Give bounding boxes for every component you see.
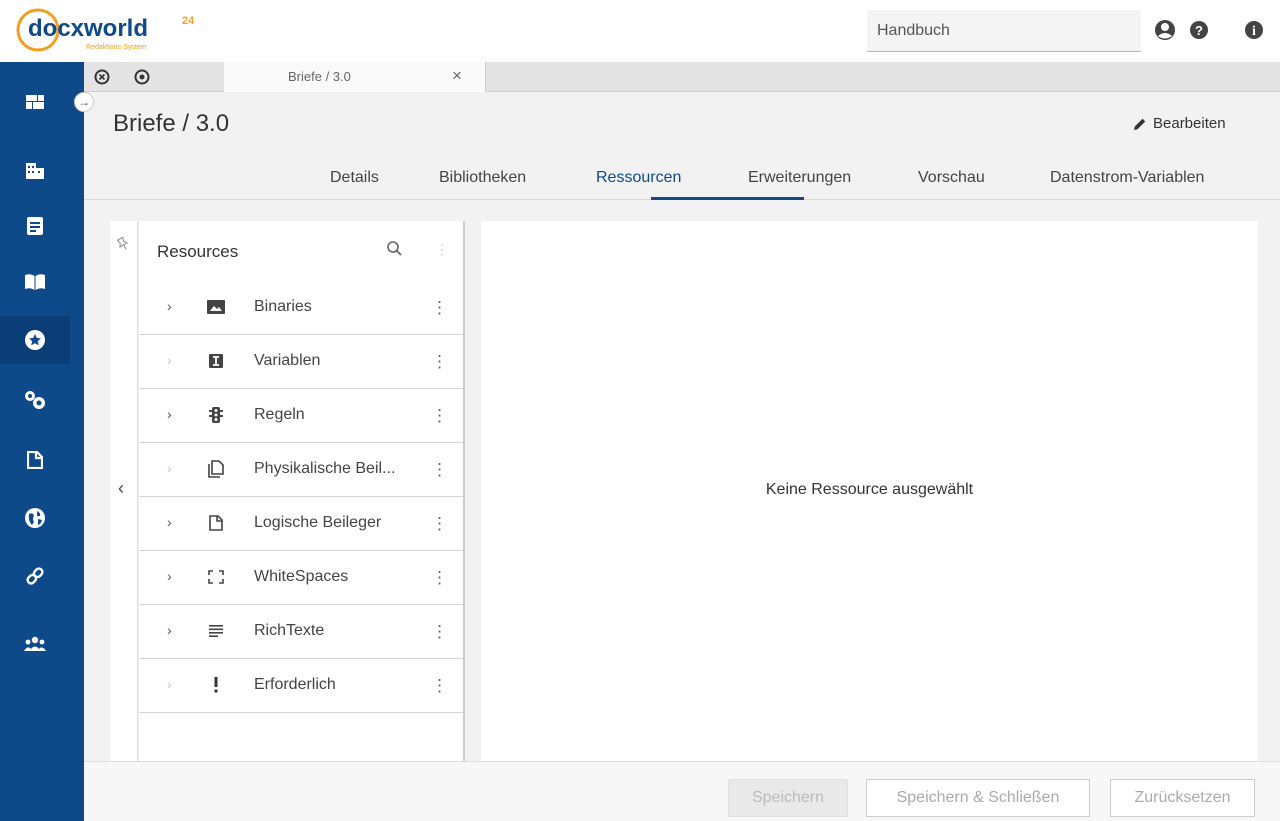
row-label: Binaries	[254, 298, 312, 315]
book-icon[interactable]	[0, 258, 70, 306]
row-menu-icon[interactable]: ⋮	[431, 676, 448, 696]
row-label: WhiteSpaces	[254, 568, 349, 585]
row-label: RichTexte	[254, 622, 325, 639]
tree-row-binaries[interactable]: › Binaries ⋮	[139, 281, 463, 335]
gears-icon[interactable]	[0, 376, 70, 424]
left-navigation: →	[0, 62, 94, 821]
row-menu-icon[interactable]: ⋮	[431, 406, 448, 426]
docxworld-logo[interactable]: docxworld 24 Redaktions-System	[14, 4, 204, 58]
edit-label: Bearbeiten	[1153, 115, 1226, 132]
active-tab-indicator	[651, 197, 804, 200]
row-menu-icon[interactable]: ⋮	[431, 568, 448, 588]
resource-detail-panel: Keine Ressource ausgewählt	[481, 221, 1258, 761]
svg-text:?: ?	[1195, 23, 1203, 38]
globe-icon[interactable]	[0, 494, 70, 542]
svg-text:Redaktions-System: Redaktions-System	[86, 44, 147, 51]
search-input[interactable]: Handbuch	[867, 10, 1141, 52]
help-icon[interactable]: ?	[1187, 18, 1211, 42]
link-icon[interactable]	[0, 552, 70, 600]
row-label: Logische Beileger	[254, 514, 382, 531]
collapse-panel-icon[interactable]: ‹	[118, 478, 124, 499]
page-title: Briefe / 3.0	[113, 110, 230, 137]
pencil-icon	[1134, 118, 1146, 130]
svg-text:i: i	[1252, 24, 1256, 39]
row-label: Erforderlich	[254, 676, 336, 693]
row-menu-icon[interactable]: ⋮	[431, 352, 448, 372]
tree-row-whitespaces[interactable]: › WhiteSpaces ⋮	[139, 551, 463, 605]
row-label: Variablen	[254, 352, 321, 369]
resources-title: Resources	[157, 242, 239, 261]
users-icon[interactable]	[0, 620, 70, 668]
text-lines-icon	[207, 622, 225, 640]
tab-vorschau[interactable]: Vorschau	[918, 169, 985, 187]
save-and-close-button[interactable]: Speichern & Schließen	[866, 779, 1090, 817]
chevron-right-icon: ›	[167, 676, 172, 692]
chevron-right-icon[interactable]: ›	[167, 622, 172, 638]
document-tab-label: Briefe / 3.0	[288, 69, 351, 84]
traffic-light-icon	[207, 406, 225, 424]
more-menu-icon[interactable]: ⋮	[435, 241, 449, 258]
resources-tree-panel: Resources ⋮ › Binaries ⋮ › Variablen ⋮ ›…	[139, 221, 465, 761]
tab-ressourcen[interactable]: Ressourcen	[596, 169, 681, 187]
row-menu-icon[interactable]: ⋮	[431, 622, 448, 642]
tree-row-richtexte[interactable]: › RichTexte ⋮	[139, 605, 463, 659]
chevron-right-icon[interactable]: ›	[167, 406, 172, 422]
exclamation-icon	[207, 676, 225, 694]
chevron-right-icon[interactable]: ›	[167, 514, 172, 530]
panel-collapse-strip: ‹	[110, 221, 138, 761]
chevron-right-icon: ›	[167, 352, 172, 368]
tree-row-physikalische-beileger[interactable]: › Physikalische Beil... ⋮	[139, 443, 463, 497]
row-menu-icon[interactable]: ⋮	[431, 298, 448, 318]
row-label: Regeln	[254, 406, 305, 423]
tab-details[interactable]: Details	[330, 169, 379, 187]
reset-button[interactable]: Zurücksetzen	[1110, 779, 1255, 817]
chevron-right-icon[interactable]: ›	[167, 568, 172, 584]
pin-icon[interactable]	[117, 237, 129, 251]
user-circle-icon[interactable]	[1153, 18, 1177, 42]
tree-row-regeln[interactable]: › Regeln ⋮	[139, 389, 463, 443]
tree-row-erforderlich[interactable]: › Erforderlich ⋮	[139, 659, 463, 713]
row-menu-icon[interactable]: ⋮	[431, 460, 448, 480]
tree-row-variablen[interactable]: › Variablen ⋮	[139, 335, 463, 389]
variable-icon	[207, 352, 225, 370]
top-header: docxworld 24 Redaktions-System Handbuch …	[0, 0, 1280, 62]
section-tabs: Details Bibliotheken Ressourcen Erweiter…	[84, 158, 1280, 200]
tab-erweiterungen[interactable]: Erweiterungen	[748, 169, 851, 187]
svg-text:24: 24	[182, 15, 195, 27]
page-icon	[207, 514, 225, 532]
save-button[interactable]: Speichern	[728, 779, 848, 817]
action-footer: Speichern Speichern & Schließen Zurückse…	[84, 761, 1280, 821]
dashboard-icon[interactable]	[0, 78, 70, 126]
circle-star-icon[interactable]	[134, 69, 150, 85]
svg-text:docxworld: docxworld	[28, 15, 148, 42]
search-icon[interactable]	[385, 239, 405, 259]
chevron-right-icon: ›	[167, 460, 172, 476]
document-tab-strip: Briefe / 3.0 ×	[84, 62, 1280, 92]
document-tab[interactable]: Briefe / 3.0 ×	[224, 62, 486, 92]
tree-row-logische-beileger[interactable]: › Logische Beileger ⋮	[139, 497, 463, 551]
tab-datenstrom-variablen[interactable]: Datenstrom-Variablen	[1050, 169, 1204, 187]
row-label: Physikalische Beil...	[254, 460, 396, 477]
tab-bibliotheken[interactable]: Bibliotheken	[439, 169, 526, 187]
edit-button[interactable]: Bearbeiten	[1133, 115, 1226, 132]
document-icon[interactable]	[0, 202, 70, 250]
expand-corners-icon	[207, 568, 225, 586]
copy-pages-icon	[207, 460, 225, 478]
chevron-right-icon[interactable]: ›	[167, 298, 172, 314]
empty-state-message: Keine Ressource ausgewählt	[765, 481, 974, 498]
buildings-icon[interactable]	[0, 146, 70, 194]
image-icon	[207, 298, 225, 316]
expand-nav-button[interactable]: →	[74, 92, 94, 112]
page-icon[interactable]	[0, 436, 70, 484]
circle-close-icon[interactable]	[94, 69, 110, 85]
row-menu-icon[interactable]: ⋮	[431, 514, 448, 534]
info-icon[interactable]: i	[1242, 18, 1266, 42]
close-tab-icon[interactable]: ×	[452, 66, 462, 86]
star-circle-icon[interactable]	[0, 316, 70, 364]
